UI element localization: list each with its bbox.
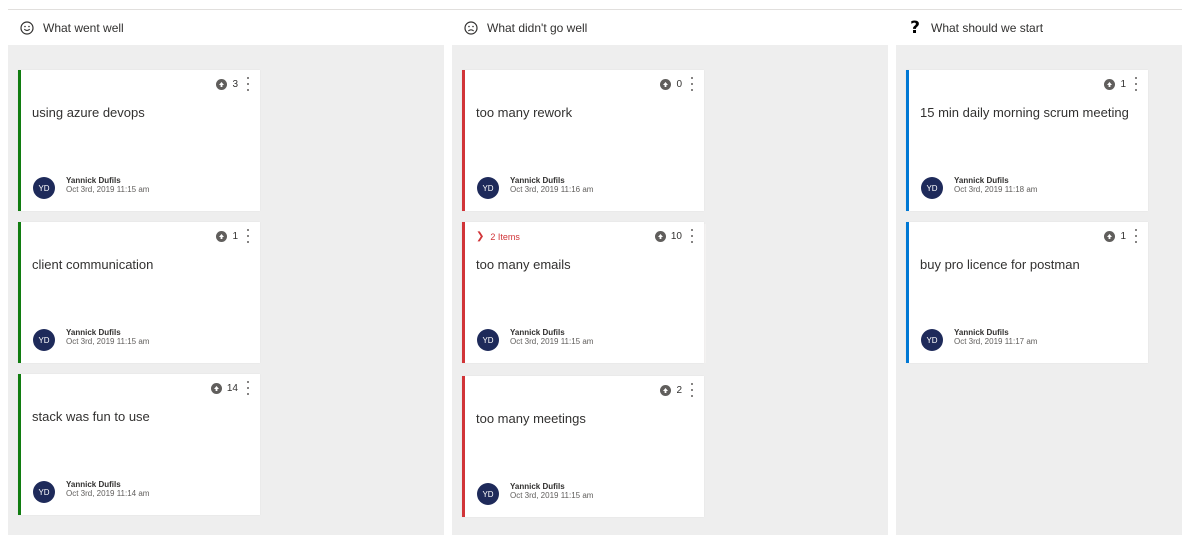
vote-counter[interactable]: 2	[660, 385, 682, 396]
upvote-icon[interactable]	[216, 231, 228, 242]
column-header: What didn't go well	[452, 10, 888, 45]
author-name: Yannick Dufils	[510, 328, 565, 337]
feedback-card[interactable]: 0 too many rework YD Yannick Dufils Oct …	[462, 70, 704, 211]
card-timestamp: Oct 3rd, 2019 11:15 am	[510, 337, 594, 346]
feedback-card[interactable]: 1 buy pro licence for postman YD Yannick…	[906, 222, 1148, 363]
author-name: Yannick Dufils	[954, 176, 1009, 185]
column-card-area: 0 too many rework YD Yannick Dufils Oct …	[452, 45, 888, 535]
card-text[interactable]: buy pro licence for postman	[920, 257, 1080, 272]
vote-counter[interactable]: 10	[654, 231, 682, 242]
column-header: ? What should we start	[896, 10, 1182, 45]
avatar: YD	[921, 177, 943, 199]
column-went-well: What went well 3 using azure devops YD Y…	[8, 10, 444, 535]
card-text[interactable]: too many emails	[476, 257, 571, 272]
avatar: YD	[477, 329, 499, 351]
group-expander[interactable]: ❯ 2 Items	[476, 231, 520, 242]
question-mark-icon: ?	[910, 17, 920, 38]
upvote-icon[interactable]	[660, 385, 672, 396]
chevron-right-icon[interactable]: ❯	[476, 231, 484, 242]
vote-counter[interactable]: 14	[210, 383, 238, 394]
more-options-icon[interactable]	[689, 383, 695, 397]
card-text[interactable]: stack was fun to use	[32, 409, 150, 424]
card-text[interactable]: client communication	[32, 257, 153, 272]
card-text[interactable]: too many meetings	[476, 411, 586, 426]
avatar: YD	[477, 483, 499, 505]
avatar: YD	[33, 329, 55, 351]
card-timestamp: Oct 3rd, 2019 11:17 am	[954, 337, 1038, 346]
column-didnt-go-well: What didn't go well 0 too many rework YD…	[452, 10, 888, 535]
retrospective-board: What went well 3 using azure devops YD Y…	[8, 10, 1182, 535]
card-timestamp: Oct 3rd, 2019 11:18 am	[954, 185, 1038, 194]
card-text[interactable]: using azure devops	[32, 105, 145, 120]
more-options-icon[interactable]	[1133, 77, 1139, 91]
column-title: What didn't go well	[487, 20, 588, 35]
author-name: Yannick Dufils	[66, 176, 121, 185]
vote-count: 0	[676, 79, 682, 90]
smile-icon	[19, 20, 35, 36]
vote-count: 1	[1120, 79, 1126, 90]
more-options-icon[interactable]	[245, 381, 251, 395]
upvote-icon[interactable]	[216, 79, 228, 90]
feedback-card[interactable]: 1 client communication YD Yannick Dufils…	[18, 222, 260, 363]
avatar: YD	[921, 329, 943, 351]
vote-count: 1	[232, 231, 238, 242]
avatar: YD	[477, 177, 499, 199]
vote-count: 2	[676, 385, 682, 396]
card-text[interactable]: 15 min daily morning scrum meeting	[920, 105, 1129, 120]
author-name: Yannick Dufils	[510, 176, 565, 185]
group-item-count: 2 Items	[490, 231, 520, 242]
vote-count: 10	[670, 231, 682, 242]
column-title: What went well	[43, 20, 124, 35]
avatar: YD	[33, 177, 55, 199]
upvote-icon[interactable]	[1104, 79, 1116, 90]
author-name: Yannick Dufils	[510, 482, 565, 491]
column-header: What went well	[8, 10, 444, 45]
column-should-start: ? What should we start 1 15 min daily mo…	[896, 10, 1182, 535]
upvote-icon[interactable]	[1104, 231, 1116, 242]
more-options-icon[interactable]	[689, 229, 695, 243]
vote-counter[interactable]: 1	[216, 231, 238, 242]
author-name: Yannick Dufils	[66, 328, 121, 337]
column-title: What should we start	[931, 20, 1044, 35]
frown-icon	[463, 20, 479, 36]
vote-count: 3	[232, 79, 238, 90]
card-timestamp: Oct 3rd, 2019 11:15 am	[66, 185, 150, 194]
column-card-area: 3 using azure devops YD Yannick Dufils O…	[8, 45, 444, 535]
card-timestamp: Oct 3rd, 2019 11:15 am	[66, 337, 150, 346]
more-options-icon[interactable]	[245, 77, 251, 91]
feedback-card[interactable]: 14 stack was fun to use YD Yannick Dufil…	[18, 374, 260, 515]
vote-count: 14	[226, 383, 238, 394]
upvote-icon[interactable]	[660, 79, 672, 90]
card-timestamp: Oct 3rd, 2019 11:14 am	[66, 489, 150, 498]
feedback-card[interactable]: 2 too many meetings YD Yannick Dufils Oc…	[462, 376, 704, 517]
author-name: Yannick Dufils	[954, 328, 1009, 337]
grouped-card-stack-edge	[704, 224, 706, 363]
upvote-icon[interactable]	[210, 383, 222, 394]
vote-counter[interactable]: 1	[1104, 231, 1126, 242]
avatar: YD	[33, 481, 55, 503]
vote-counter[interactable]: 0	[660, 79, 682, 90]
vote-count: 1	[1120, 231, 1126, 242]
column-card-area: 1 15 min daily morning scrum meeting YD …	[896, 45, 1182, 535]
vote-counter[interactable]: 1	[1104, 79, 1126, 90]
card-timestamp: Oct 3rd, 2019 11:16 am	[510, 185, 594, 194]
feedback-card[interactable]: 3 using azure devops YD Yannick Dufils O…	[18, 70, 260, 211]
card-text[interactable]: too many rework	[476, 105, 572, 120]
more-options-icon[interactable]	[1133, 229, 1139, 243]
upvote-icon[interactable]	[654, 231, 666, 242]
more-options-icon[interactable]	[689, 77, 695, 91]
card-timestamp: Oct 3rd, 2019 11:15 am	[510, 491, 594, 500]
vote-counter[interactable]: 3	[216, 79, 238, 90]
author-name: Yannick Dufils	[66, 480, 121, 489]
more-options-icon[interactable]	[245, 229, 251, 243]
grouped-feedback-card[interactable]: ❯ 2 Items 10 too many emails YD Yannick …	[462, 222, 704, 363]
feedback-card[interactable]: 1 15 min daily morning scrum meeting YD …	[906, 70, 1148, 211]
